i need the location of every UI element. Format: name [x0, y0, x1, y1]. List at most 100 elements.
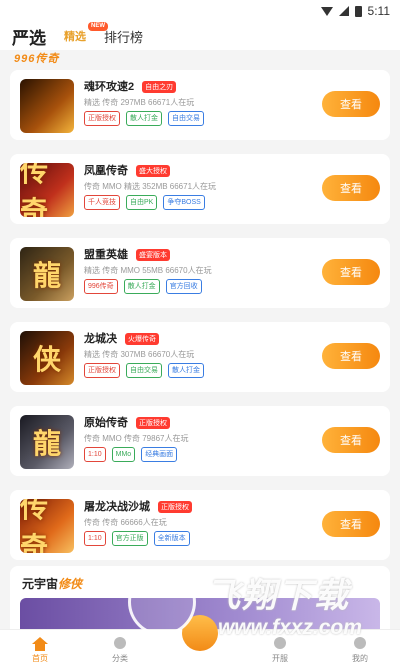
game-thumbnail-glyph: 传奇: [20, 163, 49, 217]
view-button[interactable]: 查看: [322, 427, 380, 453]
game-name-text: 魂环攻速2: [84, 81, 135, 93]
game-tag: 官方正版: [111, 531, 148, 546]
game-tag: 散人打金: [123, 279, 160, 294]
game-name: 魂环攻速2 自由之刃: [84, 78, 177, 94]
view-button[interactable]: 查看: [322, 259, 380, 285]
game-thumbnail-glyph: 传奇: [20, 499, 49, 553]
game-card[interactable]: 龍 原始传奇 正版授权 传奇 MMO 传奇 79867人在玩 1:10 MMo 经典画面 查看: [10, 406, 390, 476]
game-tags: 正版授权 散人打金 自由交易: [84, 111, 204, 126]
new-badge: NEW: [88, 22, 108, 31]
promo-title: 元宇宙修侠: [22, 575, 82, 592]
game-name: 盟重英雄 盛宴版本: [84, 246, 170, 262]
page-title: 严选: [12, 28, 46, 48]
game-tag: MMo: [111, 447, 136, 462]
game-tag: 散人打金: [168, 363, 204, 378]
tab-featured[interactable]: 精选 NEW: [64, 22, 108, 44]
game-tag: 正版授权: [84, 111, 120, 126]
game-meta: 精选 传奇 MMO 55MB 66670人在玩: [84, 266, 212, 275]
game-badge: 盛宴版本: [136, 249, 170, 262]
game-tags: 千人竞技 自由PK 争夺BOSS: [84, 195, 205, 210]
game-tags: 996传奇 散人打金 官方回收: [84, 279, 202, 294]
game-meta: 传奇 传奇 66666人在玩: [84, 518, 167, 527]
section-logo: 996传奇: [14, 53, 60, 65]
game-name-text: 原始传奇: [84, 417, 128, 429]
game-tag: 正版授权: [84, 363, 120, 378]
game-card[interactable]: 侠 龙城决 火爆传奇精选 传奇 307MB 66670人在玩正版授权 自由交易 散人打金…: [10, 322, 390, 392]
top-header: 严选 精选 NEW 排行榜: [0, 22, 400, 50]
game-tag: 996传奇: [84, 279, 118, 294]
game-list: 996传奇 魂环攻速2 自由之刃 精选 传奇 297MB 66671人在玩 正版授权散…: [0, 50, 400, 629]
game-name: 屠龙决战沙城 正版授权: [84, 498, 192, 514]
game-tag: 千人竞技: [84, 195, 120, 210]
game-tags: 1:10 官方正版 全新版本: [84, 531, 190, 546]
game-meta: 传奇 MMO 传奇 79867人在玩: [84, 434, 189, 443]
game-name-text: 龙城决: [84, 333, 117, 345]
game-card[interactable]: 传奇 凤凰传奇 盛大授权传奇 MMO 精选 352MB 66671人在玩千人竞技 自由…: [10, 154, 390, 224]
nav-home[interactable]: 首页: [10, 637, 70, 664]
view-button[interactable]: 查看: [322, 511, 380, 537]
game-meta: 传奇 MMO 精选 352MB 66671人在玩: [84, 182, 217, 191]
wifi-icon: [320, 6, 333, 16]
nav-mine-label: 我的: [352, 654, 368, 663]
tab-rank[interactable]: 排行榜: [104, 27, 143, 46]
status-time: 5:11: [367, 4, 390, 18]
game-card[interactable]: 龍 盟重英雄 盛宴版本精选 传奇 MMO 55MB 66670人在玩 996传奇 散人打…: [10, 238, 390, 308]
game-tags: 正版授权 自由交易 散人打金: [84, 363, 204, 378]
nav-server-label: 开服: [272, 654, 288, 663]
nav-category[interactable]: 分类: [90, 637, 150, 664]
game-meta: 精选 传奇 297MB 66671人在玩: [84, 98, 195, 107]
game-tag: 自由PK: [126, 195, 158, 210]
signal-icon: [338, 6, 349, 16]
game-meta: 精选 传奇 307MB 66670人在玩: [84, 350, 195, 359]
view-button[interactable]: 查看: [322, 343, 380, 369]
category-icon: [112, 637, 128, 651]
game-card[interactable]: 魂环攻速2 自由之刃精选 传奇 297MB 66671人在玩正版授权 散人打金 自由交…: [10, 70, 390, 140]
app-root: 5:11 严选 精选 NEW 排行榜 996传奇 魂环攻速2 自由之刃 精选 传奇 …: [0, 0, 400, 667]
status-bar: 5:11: [0, 0, 400, 22]
game-tag: 自由交易: [126, 363, 162, 378]
game-thumbnail[interactable]: [20, 79, 74, 133]
game-thumbnail-glyph: 侠: [32, 343, 61, 376]
battery-icon: [354, 5, 362, 17]
game-name-text: 凤凰传奇: [84, 165, 128, 177]
game-thumbnail-glyph: 龍: [32, 259, 61, 292]
game-badge: 盛大授权: [136, 165, 170, 178]
profile-icon: [352, 637, 368, 651]
nav-home-label: 首页: [32, 654, 48, 663]
view-button[interactable]: 查看: [322, 91, 380, 117]
game-tag: 官方回收: [165, 279, 202, 294]
game-tag: 全新版本: [153, 531, 190, 546]
game-thumbnail[interactable]: 传奇: [20, 499, 74, 553]
game-tag: 经典画面: [141, 447, 178, 462]
game-name-text: 屠龙决战沙城: [84, 501, 150, 513]
promo-title-accent: 修侠: [58, 577, 83, 591]
home-icon: [32, 637, 48, 651]
game-thumbnail-glyph: [20, 79, 74, 133]
game-name: 凤凰传奇 盛大授权: [84, 162, 170, 178]
game-card[interactable]: 传奇 屠龙决战沙城 正版授权传奇 传奇 66666人在玩 1:10 官方正版 全新版本 查看: [10, 490, 390, 560]
game-badge: 火爆传奇: [125, 333, 159, 346]
game-thumbnail[interactable]: 传奇: [20, 163, 74, 217]
nav-server[interactable]: 开服: [250, 637, 310, 664]
game-badge: 正版授权: [158, 501, 192, 514]
game-name: 龙城决 火爆传奇: [84, 330, 159, 346]
game-tag: 散人打金: [126, 111, 162, 126]
game-badge: 正版授权: [136, 417, 170, 430]
center-game-button[interactable]: [182, 615, 218, 651]
game-tag: 争夺BOSS: [163, 195, 205, 210]
game-name-text: 盟重英雄: [84, 249, 128, 261]
nav-mine[interactable]: 我的: [330, 637, 390, 664]
game-name: 原始传奇 正版授权: [84, 414, 170, 430]
game-thumbnail[interactable]: 侠: [20, 331, 74, 385]
tab-featured-label: 精选: [64, 31, 86, 43]
game-tag: 1:10: [84, 531, 106, 546]
game-thumbnail-glyph: 龍: [32, 427, 61, 460]
game-thumbnail[interactable]: 龍: [20, 247, 74, 301]
promo-title-prefix: 元宇宙: [22, 577, 59, 591]
game-badge: 自由之刃: [142, 81, 177, 94]
game-thumbnail[interactable]: 龍: [20, 415, 74, 469]
view-button[interactable]: 查看: [322, 175, 380, 201]
nav-category-label: 分类: [112, 654, 128, 663]
game-tags: 1:10 MMo 经典画面: [84, 447, 178, 462]
server-icon: [272, 637, 288, 651]
